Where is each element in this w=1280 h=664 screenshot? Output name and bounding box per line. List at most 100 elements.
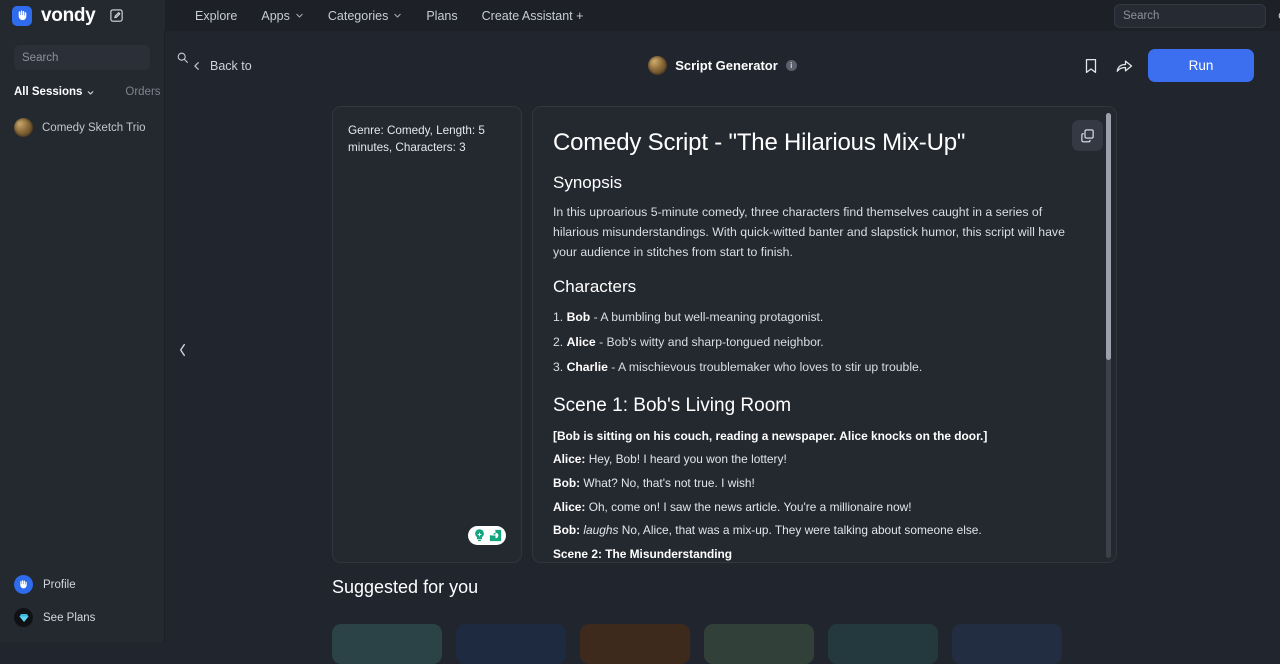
back-button-label: Back to	[210, 58, 252, 73]
brand-area: vondy	[0, 0, 165, 31]
scene1-heading: Scene 1: Bob's Living Room	[553, 394, 792, 416]
grammarly-badge[interactable]	[468, 526, 506, 545]
sidebar-item-see-plans[interactable]: See Plans	[0, 601, 165, 634]
chevron-left-icon	[179, 343, 185, 357]
suggested-card[interactable]	[332, 624, 442, 664]
synopsis-text: In this uproarious 5-minute comedy, thre…	[553, 205, 1065, 259]
line-text: No, Alice, that was a mix-up. They were …	[618, 523, 982, 538]
header-actions: Run	[1082, 31, 1254, 100]
nav-item-explore[interactable]: Explore	[183, 4, 249, 28]
sidebar-search-input[interactable]	[22, 51, 176, 64]
avatar	[14, 118, 33, 137]
nav-label: Explore	[195, 8, 238, 23]
prompt-text: Genre: Comedy, Length: 5 minutes, Charac…	[348, 124, 485, 154]
info-icon[interactable]: i	[785, 60, 797, 71]
sidebar: All Sessions Orders Comedy Sketch Trio P…	[0, 31, 188, 642]
sidebar-bottom: Profile See Plans	[0, 568, 165, 634]
sidebar-tab-orders[interactable]: Orders	[125, 86, 160, 98]
sidebar-tab-label: Orders	[125, 86, 161, 98]
nav-label: Plans	[426, 8, 458, 23]
document-body: Comedy Script - "The Hilarious Mix-Up" S…	[533, 107, 1116, 562]
grammarly-bulb-icon	[474, 529, 484, 542]
nav-item-create-assistant[interactable]: Create Assistant +	[470, 4, 596, 28]
script-line: Alice: Hey, Bob! I heard you won the lot…	[553, 450, 1086, 470]
search-icon	[177, 52, 188, 63]
sidebar-item-profile[interactable]: Profile	[0, 568, 165, 601]
suggested-cards-row	[332, 624, 1272, 664]
character-desc: - A bumbling but well-meaning protagonis…	[590, 309, 824, 324]
top-search[interactable]	[1114, 4, 1280, 28]
character-name: Alice	[566, 334, 596, 349]
content-header: Back to Script Generator i Run	[165, 31, 1280, 100]
suggested-card[interactable]	[828, 624, 938, 664]
share-icon[interactable]	[1115, 57, 1133, 75]
script-line: Bob: What? No, that's not true. I wish!	[553, 474, 1086, 494]
sidebar-tab-label: All Sessions	[14, 86, 83, 98]
chevron-down-icon	[88, 90, 94, 95]
compose-icon[interactable]	[106, 6, 126, 26]
vondy-logo-icon[interactable]	[12, 5, 32, 26]
chevron-left-icon	[194, 61, 199, 70]
line-text: Hey, Bob! I heard you won the lottery!	[585, 452, 787, 467]
nav-label: Apps	[261, 8, 290, 23]
diamond-icon	[14, 608, 33, 627]
script-line: [Bob is sitting on his couch, reading a …	[553, 428, 988, 443]
nav-item-plans[interactable]: Plans	[414, 4, 469, 28]
scrollbar-thumb[interactable]	[1106, 113, 1111, 360]
back-button[interactable]: Back to	[192, 59, 252, 73]
character-desc: - A mischievous troublemaker who loves t…	[607, 359, 923, 374]
grammarly-g-icon	[487, 528, 501, 542]
chevron-down-icon	[394, 13, 402, 18]
sidebar-item-label: Profile	[43, 578, 76, 591]
document-title: Comedy Script - "The Hilarious Mix-Up"	[553, 129, 966, 156]
speaker-name: Bob:	[553, 476, 581, 490]
content-area: Back to Script Generator i Run Genre: Co…	[165, 31, 1280, 664]
collapse-panel-button[interactable]	[175, 338, 189, 362]
copy-icon[interactable]	[1072, 120, 1103, 151]
character-number: 1.	[553, 309, 564, 324]
suggested-card[interactable]	[704, 624, 814, 664]
suggested-card[interactable]	[456, 624, 566, 664]
scene2-heading: Scene 2: The Misunderstanding	[553, 546, 733, 561]
document-scrollbar[interactable]	[1106, 113, 1111, 558]
top-bar: vondy Explore Apps Categories Plans Crea…	[0, 0, 1280, 31]
list-item: 3. Charlie - A mischievous troublemaker …	[553, 357, 1086, 377]
script-line: Alice: Oh, come on! I saw the news artic…	[553, 498, 1086, 518]
nav-item-categories[interactable]: Categories	[316, 4, 414, 28]
line-text: What? No, that's not true. I wish!	[580, 476, 755, 490]
sidebar-search[interactable]	[14, 45, 188, 70]
suggested-section: Suggested for you	[332, 577, 1272, 664]
bookmark-icon[interactable]	[1082, 57, 1100, 75]
list-item: 2. Alice - Bob's witty and sharp-tongued…	[553, 332, 1086, 352]
panels-row: Genre: Comedy, Length: 5 minutes, Charac…	[332, 106, 1117, 563]
sidebar-tabs: All Sessions Orders	[14, 86, 161, 98]
sidebar-session-list: Comedy Sketch Trio	[0, 112, 164, 143]
synopsis-heading: Synopsis	[553, 173, 622, 192]
suggested-title: Suggested for you	[332, 577, 479, 597]
list-item: 1. Bob - A bumbling but well-meaning pro…	[553, 307, 1086, 327]
nav-label: Categories	[327, 8, 389, 23]
run-button[interactable]: Run	[1148, 49, 1254, 82]
sidebar-tab-all-sessions[interactable]: All Sessions	[14, 86, 95, 98]
speaker-name: Bob:	[553, 523, 581, 538]
character-number: 3.	[553, 359, 564, 374]
suggested-card[interactable]	[952, 624, 1062, 664]
suggested-card[interactable]	[580, 624, 690, 664]
brand-name: vondy	[41, 4, 96, 26]
page-title: Script Generator	[675, 58, 778, 73]
characters-list: 1. Bob - A bumbling but well-meaning pro…	[553, 307, 1086, 377]
stage-direction: laughs	[583, 523, 619, 538]
characters-heading: Characters	[553, 276, 637, 296]
speaker-name: Alice:	[553, 452, 586, 467]
list-item[interactable]: Comedy Sketch Trio	[0, 112, 164, 143]
document-card: Comedy Script - "The Hilarious Mix-Up" S…	[532, 106, 1117, 563]
nav-item-apps[interactable]: Apps	[249, 4, 316, 28]
character-name: Charlie	[566, 359, 608, 374]
prompt-card[interactable]: Genre: Comedy, Length: 5 minutes, Charac…	[332, 106, 522, 563]
avatar	[648, 56, 668, 75]
script-line: Bob: laughs No, Alice, that was a mix-up…	[553, 521, 1086, 541]
main-nav: Explore Apps Categories Plans Create Ass…	[183, 4, 595, 28]
character-desc: - Bob's witty and sharp-tongued neighbor…	[595, 334, 824, 349]
line-text: Oh, come on! I saw the news article. You…	[585, 499, 912, 514]
top-search-input[interactable]	[1123, 10, 1277, 22]
